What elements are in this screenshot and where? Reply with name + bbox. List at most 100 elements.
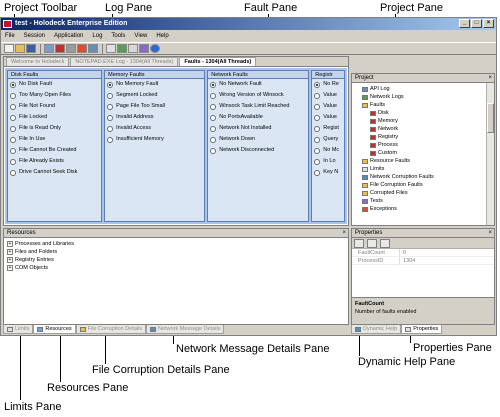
project-tree-item[interactable]: Network Logs bbox=[354, 93, 494, 101]
limits-icon[interactable] bbox=[106, 44, 116, 53]
fault-option[interactable]: Value bbox=[312, 90, 344, 101]
radio-button-icon[interactable] bbox=[210, 92, 217, 99]
fault-option[interactable]: Key N bbox=[312, 167, 344, 178]
settings-icon[interactable] bbox=[139, 44, 149, 53]
pause-icon[interactable] bbox=[66, 44, 76, 53]
radio-button-icon[interactable] bbox=[10, 125, 16, 132]
radio-button-icon[interactable] bbox=[107, 125, 114, 132]
fault-option[interactable]: Value bbox=[312, 112, 344, 123]
resources-pane-close-icon[interactable]: × bbox=[342, 229, 346, 238]
radio-button-icon[interactable] bbox=[10, 169, 16, 176]
project-tree-item[interactable]: Resource Faults bbox=[354, 157, 494, 165]
radio-button-icon[interactable] bbox=[10, 158, 16, 165]
menu-help[interactable]: Help bbox=[156, 33, 168, 39]
fault-option[interactable]: No Memory Fault bbox=[105, 79, 204, 90]
expand-icon[interactable]: + bbox=[7, 241, 13, 247]
project-tree-item[interactable]: Process bbox=[354, 141, 494, 149]
resource-tree-item[interactable]: + Processes and Libraries bbox=[7, 240, 348, 248]
radio-button-icon[interactable] bbox=[314, 125, 321, 132]
fault-option[interactable]: File Cannot Be Created bbox=[8, 145, 101, 156]
expand-icon[interactable]: + bbox=[7, 249, 13, 255]
fault-option[interactable]: Page File Too Small bbox=[105, 101, 204, 112]
radio-button-icon[interactable] bbox=[107, 103, 114, 110]
fault-icon[interactable] bbox=[77, 44, 87, 53]
project-tree-item[interactable]: Faults bbox=[354, 101, 494, 109]
radio-button-icon[interactable] bbox=[314, 103, 321, 110]
radio-button-icon[interactable] bbox=[210, 81, 217, 88]
tab-resources[interactable]: Resources bbox=[33, 325, 76, 334]
radio-button-icon[interactable] bbox=[107, 92, 114, 99]
radio-button-icon[interactable] bbox=[210, 136, 217, 143]
fault-option[interactable]: No Mc bbox=[312, 145, 344, 156]
fault-option[interactable]: No Network Fault bbox=[208, 79, 308, 90]
tab-log-pane[interactable]: NOTEPAD.EXE Log - 1304(All Threads) bbox=[70, 57, 179, 66]
tab-file-corruption-details[interactable]: File Corruption Details bbox=[75, 325, 147, 334]
project-tree-item[interactable]: File Corruption Faults bbox=[354, 181, 494, 189]
menu-file[interactable]: File bbox=[5, 33, 15, 39]
network-icon[interactable] bbox=[117, 44, 127, 53]
properties-pane-close-icon[interactable]: × bbox=[488, 229, 492, 238]
fault-option[interactable]: Invalid Address bbox=[105, 112, 204, 123]
expand-icon[interactable]: + bbox=[7, 257, 13, 263]
tab-limits[interactable]: Limits bbox=[3, 325, 34, 334]
tab-dynamic-help[interactable]: Dynamic Help bbox=[351, 325, 402, 334]
fault-option[interactable]: Too Many Open Files bbox=[8, 90, 101, 101]
property-row[interactable]: ProcessID 1304 bbox=[352, 257, 494, 265]
property-pages-icon[interactable] bbox=[380, 238, 390, 248]
radio-button-icon[interactable] bbox=[314, 81, 321, 88]
scrollbar-thumb[interactable] bbox=[487, 103, 494, 133]
radio-button-icon[interactable] bbox=[10, 103, 16, 110]
minimize-button[interactable]: _ bbox=[459, 19, 470, 28]
report-icon[interactable] bbox=[128, 44, 138, 53]
resource-tree-item[interactable]: + Files and Folders bbox=[7, 248, 348, 256]
fault-option[interactable]: No Disk Fault bbox=[8, 79, 101, 90]
radio-button-icon[interactable] bbox=[314, 147, 321, 154]
radio-button-icon[interactable] bbox=[10, 136, 16, 143]
tab-properties[interactable]: Properties bbox=[401, 325, 443, 334]
radio-button-icon[interactable] bbox=[10, 114, 16, 121]
menu-log[interactable]: Log bbox=[92, 33, 102, 39]
tab-network-message-details[interactable]: Network Message Details bbox=[146, 325, 225, 334]
radio-button-icon[interactable] bbox=[314, 158, 321, 165]
fault-option[interactable]: Network Not Installed bbox=[208, 123, 308, 134]
radio-button-icon[interactable] bbox=[314, 114, 321, 121]
project-pane-close-icon[interactable]: × bbox=[488, 74, 492, 83]
project-tree-item[interactable]: Corrupted Files bbox=[354, 189, 494, 197]
project-scrollbar[interactable] bbox=[486, 83, 494, 225]
project-tree-item[interactable]: Custom bbox=[354, 149, 494, 157]
tab-welcome[interactable]: Welcome to Holodeck bbox=[6, 57, 70, 66]
maximize-button[interactable]: □ bbox=[471, 19, 482, 28]
fault-option[interactable]: Wrong Version of Winsock bbox=[208, 90, 308, 101]
radio-button-icon[interactable] bbox=[210, 125, 217, 132]
fault-option[interactable]: File In Use bbox=[8, 134, 101, 145]
help-icon[interactable] bbox=[150, 44, 160, 53]
log-icon[interactable] bbox=[88, 44, 98, 53]
save-icon[interactable] bbox=[26, 44, 36, 53]
fault-option[interactable]: Drive Cannot Seek Disk bbox=[8, 167, 101, 178]
fault-option[interactable]: File Locked bbox=[8, 112, 101, 123]
radio-button-icon[interactable] bbox=[107, 81, 114, 88]
project-tree-item[interactable]: Limits bbox=[354, 165, 494, 173]
menu-tools[interactable]: Tools bbox=[111, 33, 125, 39]
property-row[interactable]: FaultCount 0 bbox=[352, 249, 494, 257]
fault-option[interactable]: Value bbox=[312, 101, 344, 112]
open-icon[interactable] bbox=[15, 44, 25, 53]
project-tree-item[interactable]: API Log bbox=[354, 85, 494, 93]
categorized-icon[interactable] bbox=[354, 238, 364, 248]
project-tree-item[interactable]: Registry bbox=[354, 133, 494, 141]
project-tree-item[interactable]: Network Corruption Faults bbox=[354, 173, 494, 181]
fault-option[interactable]: File Not Found bbox=[8, 101, 101, 112]
resource-tree-item[interactable]: + Registry Entries bbox=[7, 256, 348, 264]
close-button[interactable]: × bbox=[483, 19, 494, 28]
radio-button-icon[interactable] bbox=[10, 147, 16, 154]
fault-option[interactable]: No PortsAvailable bbox=[208, 112, 308, 123]
menu-application[interactable]: Application bbox=[54, 33, 83, 39]
fault-option[interactable]: Insufficient Memory bbox=[105, 134, 204, 145]
radio-button-icon[interactable] bbox=[314, 92, 321, 99]
radio-button-icon[interactable] bbox=[314, 136, 321, 143]
fault-option[interactable]: Invalid Access bbox=[105, 123, 204, 134]
tab-fault-pane[interactable]: Faults - 1304(All Threads) bbox=[179, 57, 257, 66]
fault-option[interactable]: File Already Exists bbox=[8, 156, 101, 167]
fault-option[interactable]: No Re bbox=[312, 79, 344, 90]
fault-option[interactable]: Network Disconnected bbox=[208, 145, 308, 156]
